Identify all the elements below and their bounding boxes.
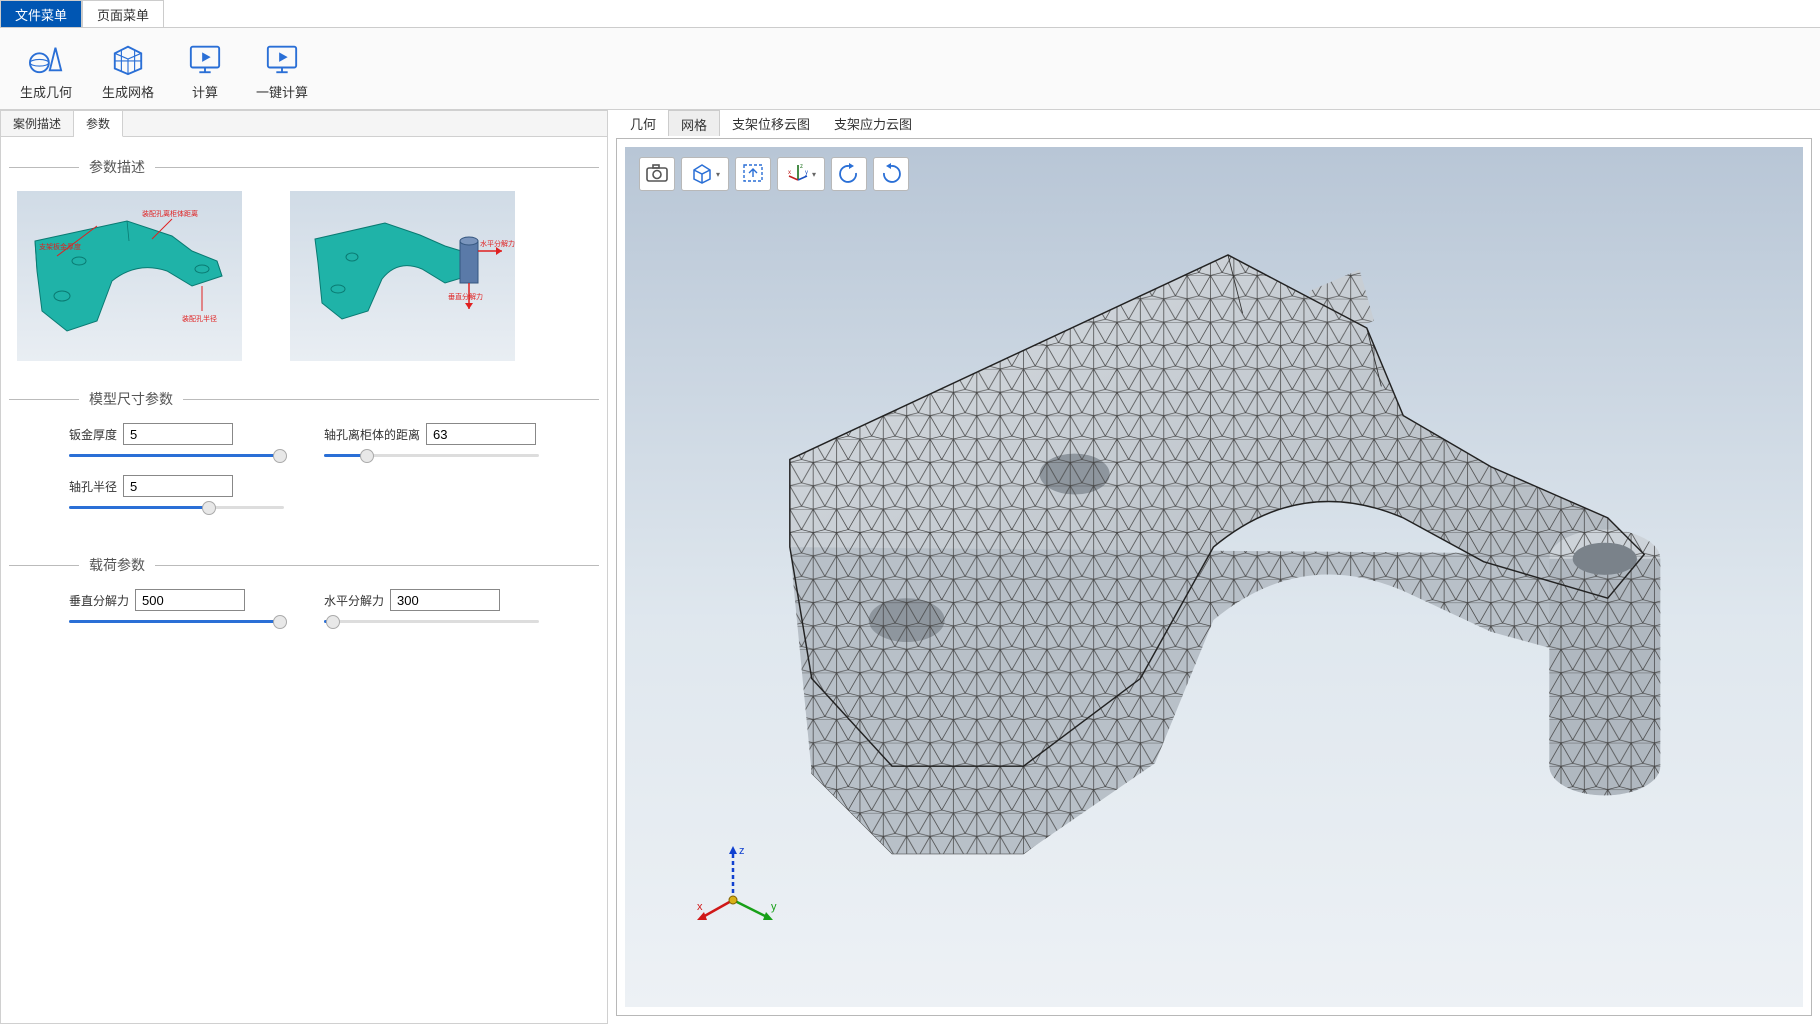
fit-icon xyxy=(741,162,765,187)
horizontal-force-input[interactable] xyxy=(390,589,500,611)
tab-displacement-cloud[interactable]: 支架位移云图 xyxy=(720,110,822,136)
svg-text:z: z xyxy=(739,845,745,857)
mesh-model xyxy=(673,181,1783,957)
tab-geometry[interactable]: 几何 xyxy=(618,110,668,136)
monitor-play-icon xyxy=(184,40,226,78)
right-tabs: 几何 网格 支架位移云图 支架应力云图 xyxy=(616,110,1820,136)
generate-mesh-button[interactable]: 生成网格 xyxy=(96,38,160,103)
axis-triad: z x y xyxy=(693,840,783,933)
left-body: 参数描述 支架板金厚度 xyxy=(1,137,607,689)
monitor-play-icon xyxy=(261,40,303,78)
svg-text:x: x xyxy=(788,170,791,176)
ribbon-label: 一键计算 xyxy=(256,82,308,101)
screenshot-button[interactable] xyxy=(639,157,675,191)
tab-parameters[interactable]: 参数 xyxy=(74,111,123,137)
section-title: 参数描述 xyxy=(79,157,155,177)
vertical-force-slider[interactable] xyxy=(69,615,284,629)
param-label: 轴孔离柜体的距离 xyxy=(324,426,420,443)
fit-view-button[interactable] xyxy=(735,157,771,191)
param-vertical-force: 垂直分解力 xyxy=(69,589,284,629)
sphere-cone-icon xyxy=(25,40,67,78)
hole-distance-input[interactable] xyxy=(426,423,536,445)
param-label: 垂直分解力 xyxy=(69,592,129,609)
hole-radius-input[interactable] xyxy=(123,475,233,497)
svg-text:垂直分解力: 垂直分解力 xyxy=(448,292,483,301)
hole-radius-slider[interactable] xyxy=(69,501,284,515)
tab-case-description[interactable]: 案例描述 xyxy=(1,111,74,136)
menu-tabs: 文件菜单 页面菜单 xyxy=(0,0,1820,28)
thumbnail-load-params: 水平分解力 垂直分解力 xyxy=(290,191,515,361)
param-thickness: 钣金厚度 xyxy=(69,423,284,463)
svg-text:支架板金厚度: 支架板金厚度 xyxy=(39,242,81,251)
ribbon-label: 生成网格 xyxy=(102,82,154,101)
menu-tab-page[interactable]: 页面菜单 xyxy=(82,0,164,27)
tab-stress-cloud[interactable]: 支架应力云图 xyxy=(822,110,924,136)
svg-text:装配孔半径: 装配孔半径 xyxy=(182,314,217,323)
left-panel-tabs: 案例描述 参数 xyxy=(1,111,607,137)
svg-text:y: y xyxy=(771,901,777,913)
viewport-container: ▾ z x y ▾ xyxy=(616,138,1812,1016)
section-title: 载荷参数 xyxy=(79,555,155,575)
svg-text:x: x xyxy=(697,901,703,913)
param-horizontal-force: 水平分解力 xyxy=(324,589,539,629)
svg-text:z: z xyxy=(800,164,803,170)
mesh-cube-icon xyxy=(107,40,149,78)
viewport-3d[interactable]: ▾ z x y ▾ xyxy=(625,147,1803,1007)
one-click-compute-button[interactable]: 一键计算 xyxy=(250,38,314,103)
param-hole-radius: 轴孔半径 xyxy=(69,475,284,515)
param-hole-distance: 轴孔离柜体的距离 xyxy=(324,423,539,463)
ribbon-label: 计算 xyxy=(192,82,218,101)
thumbnail-geometry-params: 支架板金厚度 装配孔离柜体距离 装配孔半径 xyxy=(17,191,242,361)
section-title: 模型尺寸参数 xyxy=(79,389,183,409)
camera-icon xyxy=(645,162,669,187)
view-cube-button[interactable]: ▾ xyxy=(681,157,729,191)
section-param-description: 参数描述 支架板金厚度 xyxy=(9,157,599,361)
svg-text:水平分解力: 水平分解力 xyxy=(480,239,515,248)
axes-toggle-button[interactable]: z x y ▾ xyxy=(777,157,825,191)
svg-text:y: y xyxy=(805,170,808,176)
svg-text:装配孔离柜体距离: 装配孔离柜体距离 xyxy=(142,209,198,218)
left-pane: 案例描述 参数 参数描述 xyxy=(0,110,608,1024)
cube-icon xyxy=(690,162,714,187)
right-pane: 几何 网格 支架位移云图 支架应力云图 ▾ xyxy=(608,110,1820,1024)
compute-button[interactable]: 计算 xyxy=(178,38,232,103)
rotate-left-button[interactable] xyxy=(831,157,867,191)
hole-distance-slider[interactable] xyxy=(324,449,539,463)
rotate-left-icon xyxy=(837,162,861,187)
viewport-toolbar: ▾ z x y ▾ xyxy=(639,157,909,191)
thickness-input[interactable] xyxy=(123,423,233,445)
ribbon-label: 生成几何 xyxy=(20,82,72,101)
param-label: 钣金厚度 xyxy=(69,426,117,443)
section-load: 载荷参数 垂直分解力 水平分解 xyxy=(9,555,599,641)
main: 案例描述 参数 参数描述 xyxy=(0,110,1820,1024)
horizontal-force-slider[interactable] xyxy=(324,615,539,629)
menu-tab-file[interactable]: 文件菜单 xyxy=(0,0,82,27)
generate-geometry-button[interactable]: 生成几何 xyxy=(14,38,78,103)
section-model-dimensions: 模型尺寸参数 钣金厚度 轴孔离 xyxy=(9,389,599,527)
chevron-down-icon: ▾ xyxy=(812,170,816,179)
vertical-force-input[interactable] xyxy=(135,589,245,611)
ribbon: 生成几何 生成网格 计算 一键计算 xyxy=(0,28,1820,110)
thickness-slider[interactable] xyxy=(69,449,284,463)
axes-icon: z x y xyxy=(786,162,810,187)
param-label: 水平分解力 xyxy=(324,592,384,609)
chevron-down-icon: ▾ xyxy=(716,170,720,179)
rotate-right-icon xyxy=(879,162,903,187)
param-label: 轴孔半径 xyxy=(69,478,117,495)
tab-mesh[interactable]: 网格 xyxy=(668,110,720,136)
rotate-right-button[interactable] xyxy=(873,157,909,191)
